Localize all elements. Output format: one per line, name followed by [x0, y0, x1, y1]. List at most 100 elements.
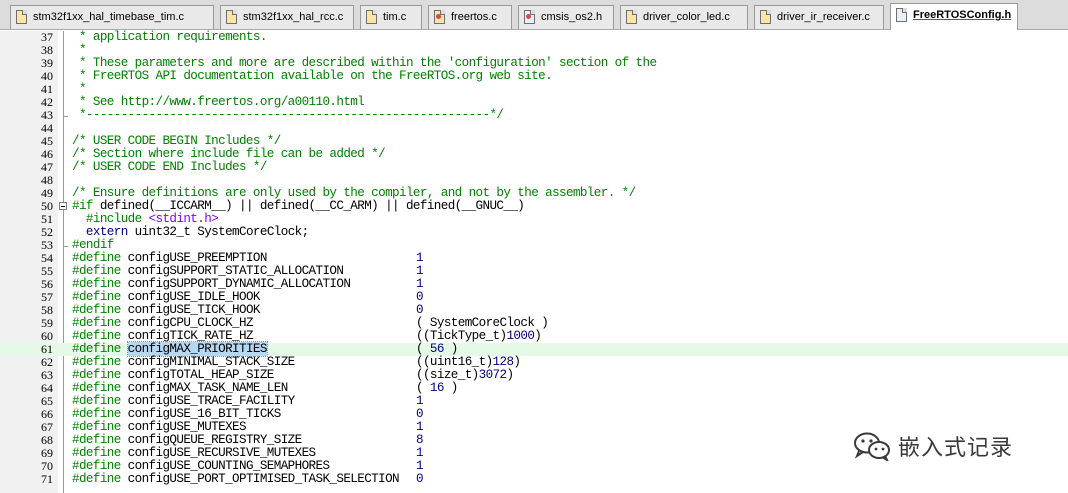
- tab-2[interactable]: tim.c: [360, 5, 422, 29]
- code-token: /* Ensure definitions are only used by t…: [72, 186, 636, 200]
- code-token: #define: [72, 407, 121, 421]
- value-token: 8: [416, 433, 424, 447]
- tab-7[interactable]: FreeRTOSConfig.h: [890, 3, 1018, 30]
- code-token: configTICK_RATE_HZ: [120, 329, 254, 343]
- tab-3[interactable]: freertos.c: [428, 5, 512, 29]
- code-token: configUSE_TICK_HOOK: [120, 303, 261, 317]
- tab-label: driver_ir_receiver.c: [777, 11, 870, 23]
- code-token: #define: [72, 329, 121, 343]
- code-token: #define: [72, 277, 121, 291]
- code-line[interactable]: 52 extern uint32_t SystemCoreClock;: [0, 226, 1068, 239]
- value-token: 128: [492, 355, 514, 369]
- code-token: #define: [72, 472, 121, 486]
- code-token: #define: [72, 433, 121, 447]
- code-token: configUSE_RECURSIVE_MUTEXES: [120, 446, 316, 460]
- code-token: <stdint.h>: [148, 212, 219, 226]
- c-file-icon: [626, 10, 637, 24]
- fold-end-marker: [63, 246, 68, 247]
- code-token: /* USER CODE END Includes */: [72, 160, 267, 174]
- code-token: #define: [72, 342, 121, 356]
- c-file-icon: [434, 10, 445, 24]
- tab-5[interactable]: driver_color_led.c: [620, 5, 748, 29]
- code-token: * See http://www.freertos.org/a00110.htm…: [72, 95, 365, 109]
- value-token: ): [513, 355, 521, 369]
- code-token: /* Section where include file can be add…: [72, 147, 386, 161]
- value-token: ): [443, 342, 459, 356]
- code-token: * application requirements.: [72, 30, 267, 44]
- code-text: #define configUSE_PORT_OPTIMISED_TASK_SE…: [72, 472, 400, 486]
- code-token: configUSE_PORT_OPTIMISED_TASK_SELECTION: [120, 472, 400, 486]
- code-token: defined(__ICCARM__) || defined(__CC_ARM)…: [92, 199, 525, 213]
- value-token: 0: [416, 303, 424, 317]
- selected-identifier: configMAX_PRIORITIES: [126, 341, 268, 357]
- code-token: configCPU_CLOCK_HZ: [120, 316, 254, 330]
- value-token: 56: [429, 342, 445, 356]
- code-line[interactable]: 40 * FreeRTOS API documentation availabl…: [0, 70, 1068, 83]
- tab-label: stm32f1xx_hal_timebase_tim.c: [33, 11, 185, 23]
- value-token: 0: [416, 290, 424, 304]
- tab-label: FreeRTOSConfig.h: [913, 9, 1012, 21]
- code-token: #define: [72, 381, 121, 395]
- code-token: configUSE_COUNTING_SEMAPHORES: [120, 459, 330, 473]
- fold-end-marker: [63, 116, 68, 117]
- code-token: #include: [72, 212, 149, 226]
- code-token: #define: [72, 251, 121, 265]
- modified-marker-icon: [436, 14, 441, 19]
- code-token: configQUEUE_REGISTRY_SIZE: [120, 433, 303, 447]
- code-token: uint32_t SystemCoreClock;: [127, 225, 310, 239]
- code-text: /* USER CODE END Includes */: [72, 161, 267, 174]
- code-text: * application requirements.: [72, 31, 267, 44]
- code-token: configMAX_TASK_NAME_LEN: [120, 381, 289, 395]
- code-text: * FreeRTOS API documentation available o…: [72, 70, 553, 83]
- wechat-icon: [854, 432, 890, 461]
- code-token: /* USER CODE BEGIN Includes */: [72, 134, 281, 148]
- c-file-icon: [226, 10, 237, 24]
- header-file-icon: [524, 10, 535, 24]
- code-line[interactable]: 71 #define configUSE_PORT_OPTIMISED_TASK_…: [0, 473, 1068, 486]
- modified-marker-icon: [526, 14, 531, 19]
- header-file-icon: [896, 8, 907, 22]
- tab-0[interactable]: stm32f1xx_hal_timebase_tim.c: [10, 5, 214, 29]
- tab-6[interactable]: driver_ir_receiver.c: [754, 5, 884, 29]
- code-token: configUSE_16_BIT_TICKS: [120, 407, 282, 421]
- code-line[interactable]: 47/* USER CODE END Includes */: [0, 161, 1068, 174]
- code-token: *: [72, 82, 87, 96]
- value-token: 16: [429, 381, 445, 395]
- fold-toggle-icon[interactable]: [59, 202, 67, 210]
- tab-label: cmsis_os2.h: [541, 11, 603, 23]
- code-line[interactable]: 37 * application requirements.: [0, 31, 1068, 44]
- code-token: configUSE_MUTEXES: [120, 420, 247, 434]
- watermark-text: 嵌入式记录: [898, 436, 1014, 461]
- value-token: 1: [416, 394, 424, 408]
- code-token: * These parameters and more are describe…: [72, 56, 657, 70]
- tab-1[interactable]: stm32f1xx_hal_rcc.c: [220, 5, 354, 29]
- value-token: 1: [416, 420, 424, 434]
- code-token: #define: [72, 446, 121, 460]
- tab-4[interactable]: cmsis_os2.h: [518, 5, 614, 29]
- value-token: ): [506, 368, 514, 382]
- code-line[interactable]: 43 *------------------------------------…: [0, 109, 1068, 122]
- value-token: ( SystemCoreClock ): [416, 316, 549, 330]
- code-token: #define: [72, 355, 121, 369]
- value-token: 1: [416, 251, 424, 265]
- code-token: #define: [72, 290, 121, 304]
- code-token: *: [72, 43, 87, 57]
- tab-label: stm32f1xx_hal_rcc.c: [243, 11, 344, 23]
- value-token: 3072: [478, 368, 507, 382]
- value-token: 1: [416, 264, 424, 278]
- c-file-icon: [16, 10, 27, 24]
- code-token: #endif: [72, 238, 114, 252]
- code-token: configUSE_PREEMPTION: [120, 251, 268, 265]
- code-token: #define: [72, 316, 121, 330]
- code-token: #define: [72, 303, 121, 317]
- code-token: extern: [72, 225, 128, 239]
- value-token: 1: [416, 459, 424, 473]
- code-token: configUSE_IDLE_HOOK: [120, 290, 261, 304]
- value-token: ): [443, 381, 459, 395]
- file-tab-bar: stm32f1xx_hal_timebase_tim.c stm32f1xx_ha…: [0, 0, 1068, 30]
- value-token: 0: [416, 472, 424, 486]
- value-token: ): [534, 329, 542, 343]
- line-number: 71: [41, 472, 53, 486]
- code-text: *---------------------------------------…: [72, 109, 504, 122]
